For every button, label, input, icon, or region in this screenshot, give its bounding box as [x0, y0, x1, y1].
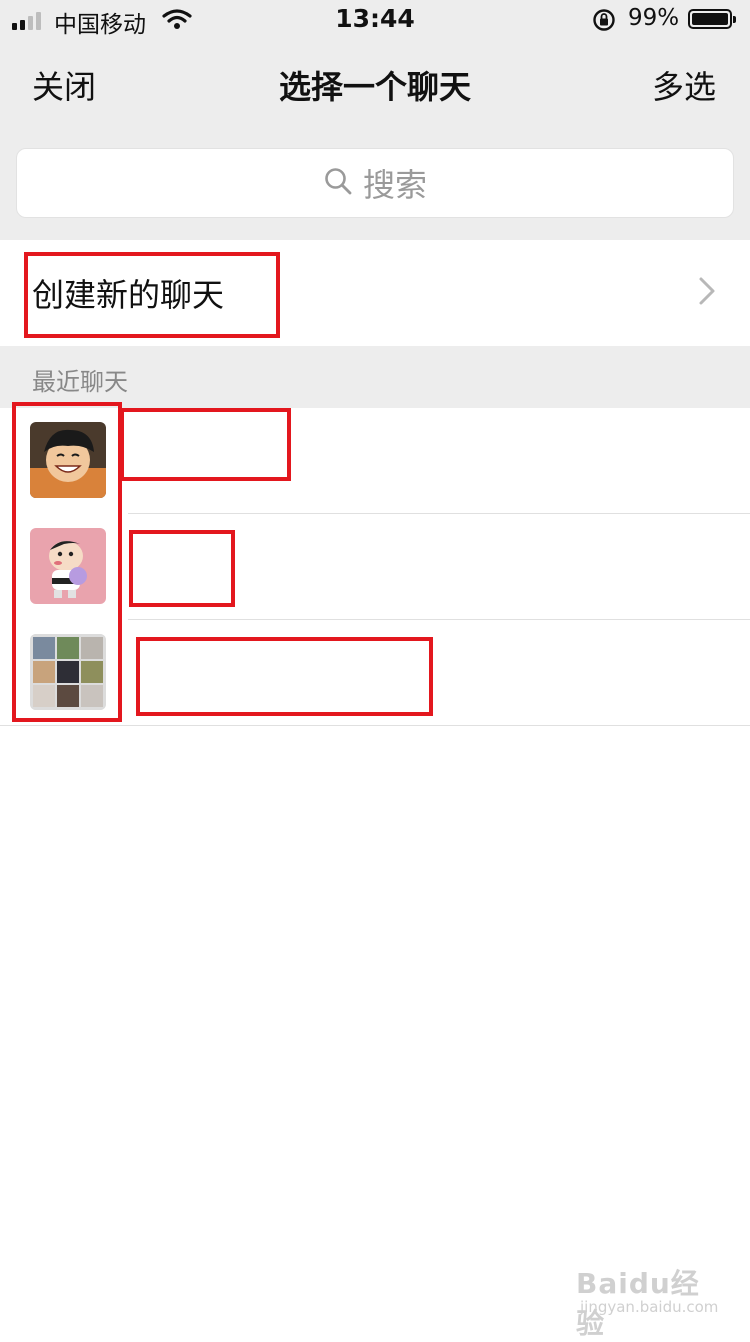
battery-icon	[688, 9, 736, 29]
chat-list-item[interactable]	[0, 408, 750, 514]
group-grid-avatar	[30, 634, 106, 710]
page-title: 选择一个聊天	[278, 68, 471, 106]
chat-list-item[interactable]	[0, 514, 750, 620]
cartoon-pirate-avatar	[30, 422, 106, 498]
recent-chats-label: 最近聊天	[32, 368, 128, 396]
row-divider	[0, 725, 750, 726]
multi-select-button[interactable]: 多选	[652, 62, 716, 108]
status-bar: 中国移动 13:44 99%	[0, 0, 750, 40]
orientation-lock-icon	[592, 8, 616, 36]
cartoon-boy-avatar	[30, 528, 106, 604]
create-new-chat-item[interactable]: 创建新的聊天	[0, 240, 750, 347]
search-icon	[323, 166, 353, 200]
create-new-chat-label: 创建新的聊天	[32, 276, 225, 314]
chat-list-item[interactable]	[0, 620, 750, 726]
battery-percent: 99%	[628, 5, 680, 31]
search-placeholder: 搜索	[362, 166, 427, 204]
watermark: Baidu经验 jingyan.baidu.com	[576, 1262, 719, 1340]
chevron-right-icon	[698, 276, 716, 310]
recent-chats-header: 最近聊天	[0, 346, 750, 408]
search-input[interactable]: 搜索	[16, 148, 734, 218]
watermark-url: jingyan.baidu.com	[580, 1298, 719, 1316]
